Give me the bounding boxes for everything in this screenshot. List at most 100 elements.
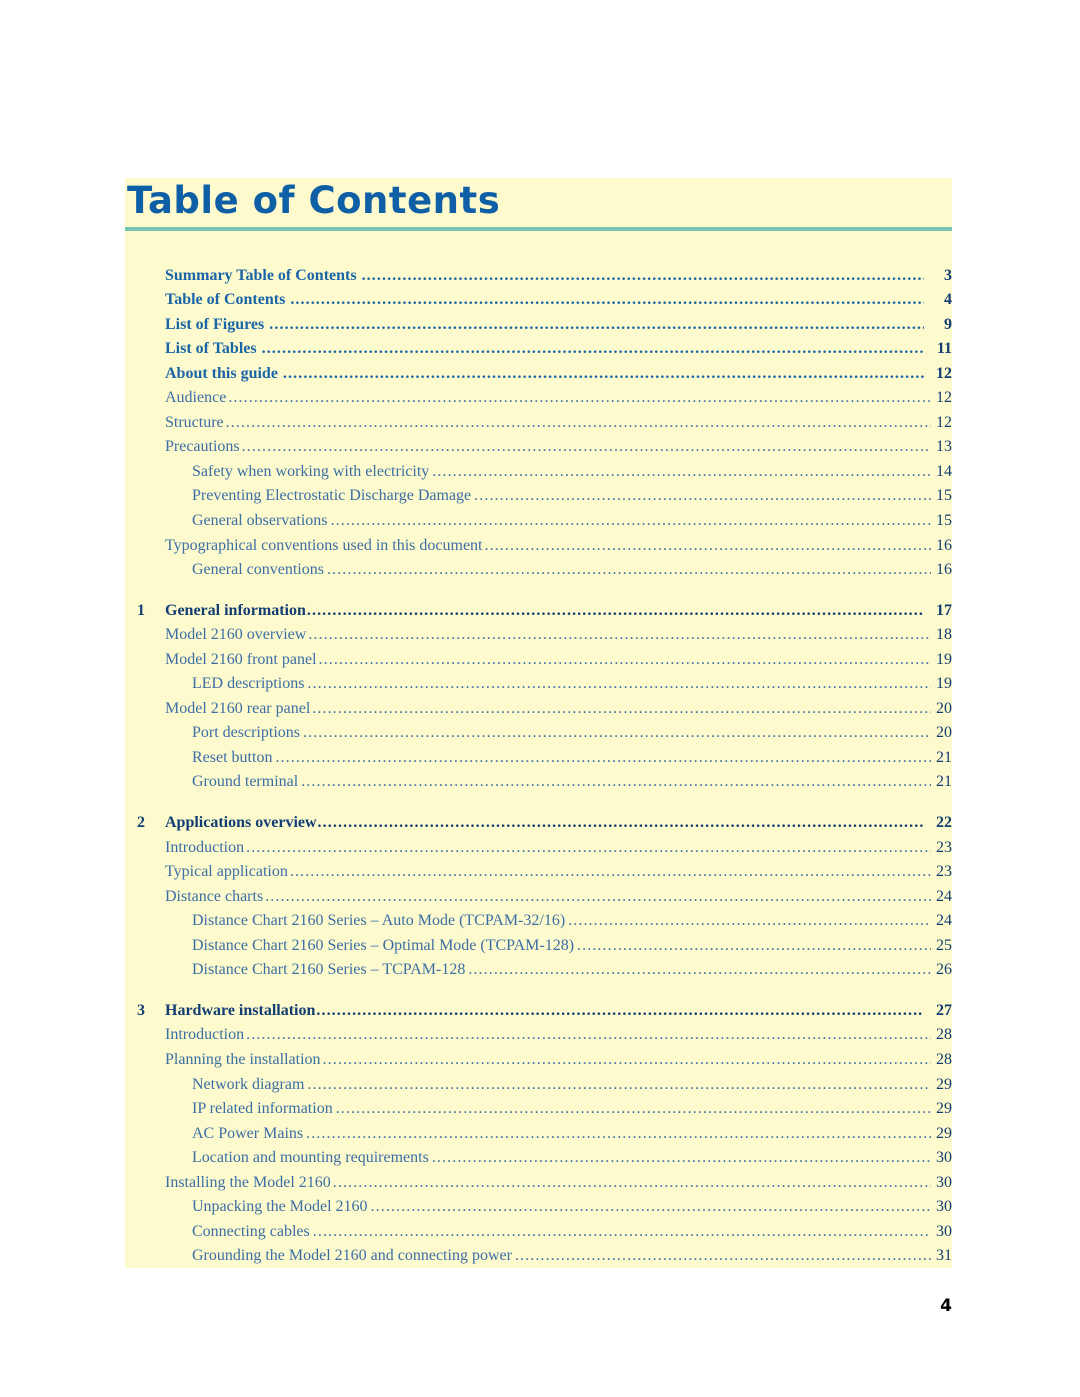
toc-entry[interactable]: 3 Hardware installation 27 [125, 997, 952, 1022]
toc-entry-page-number: 14 [936, 462, 952, 480]
toc-leader-dots [301, 773, 931, 789]
toc-entry[interactable]: Audience 12 [125, 385, 952, 410]
toc-entry[interactable]: Location and mounting requirements 30 [125, 1145, 952, 1170]
toc-leader-dots [432, 1149, 931, 1165]
toc-entry-label: Distance Chart 2160 Series – Optimal Mod… [192, 936, 575, 954]
toc-entry[interactable]: Distance Chart 2160 Series – Auto Mode (… [125, 908, 952, 933]
toc-entry[interactable]: Preventing Electrostatic Discharge Damag… [125, 483, 952, 508]
toc-entry[interactable]: Port descriptions 20 [125, 720, 952, 745]
toc-entry-line: Typographical conventions used in this d… [165, 537, 952, 555]
toc-entry[interactable]: Distance Chart 2160 Series – Optimal Mod… [125, 932, 952, 957]
toc-entry-label: Distance Chart 2160 Series – Auto Mode (… [192, 912, 566, 930]
toc-entry[interactable]: Introduction 23 [125, 834, 952, 859]
toc-entry-label: Preventing Electrostatic Discharge Damag… [192, 487, 472, 505]
toc-leader-dots [577, 937, 931, 953]
toc-entry-label: Model 2160 front panel [165, 650, 317, 668]
toc-entry-label: Model 2160 rear panel [165, 699, 311, 717]
toc-entry[interactable]: AC Power Mains 29 [125, 1120, 952, 1145]
toc-entry[interactable]: About this guide 12 [125, 360, 952, 385]
toc-entry-page-number: 16 [936, 536, 952, 554]
toc-entry-label: Structure [165, 413, 224, 431]
toc-entry-label: Ground terminal [192, 773, 299, 791]
toc-leader-dots [307, 602, 924, 618]
toc-entry-label: Introduction [165, 838, 245, 856]
toc-entry[interactable]: Unpacking the Model 2160 30 [125, 1194, 952, 1219]
toc-entry[interactable]: Model 2160 overview 18 [125, 622, 952, 647]
toc-leader-dots [336, 1100, 931, 1116]
toc-entry[interactable]: General conventions 16 [125, 557, 952, 582]
toc-entry[interactable]: Typical application 23 [125, 859, 952, 884]
toc-leader-dots [265, 888, 931, 904]
toc-entry-page-number: 23 [936, 838, 952, 856]
toc-entry[interactable]: 2 Applications overview 22 [125, 809, 952, 834]
toc-entry[interactable]: Typographical conventions used in this d… [125, 532, 952, 557]
toc-entry-page-number: 11 [936, 340, 952, 358]
toc-entry[interactable]: Model 2160 rear panel 20 [125, 695, 952, 720]
toc-entry[interactable]: Reset button 21 [125, 744, 952, 769]
toc-entry[interactable]: Safety when working with electricity 14 [125, 458, 952, 483]
toc-leader-dots [246, 839, 931, 855]
toc-entry-label: Table of Contents [165, 291, 286, 309]
toc-entry[interactable]: Connecting cables 30 [125, 1218, 952, 1243]
toc-entry-line: IP related information 29 [192, 1100, 952, 1118]
toc-entry[interactable]: General observations 15 [125, 507, 952, 532]
toc-entry-line: Distance Chart 2160 Series – Auto Mode (… [192, 912, 952, 930]
toc-entry[interactable]: Introduction 28 [125, 1022, 952, 1047]
toc-entry-line: AC Power Mains 29 [192, 1125, 952, 1143]
toc-leader-dots [432, 463, 931, 479]
toc-leader-dots [318, 814, 924, 830]
toc-entry-line: Model 2160 rear panel 20 [165, 700, 952, 718]
toc-entry-line: Reset button 21 [192, 749, 952, 767]
toc-entry-page-number: 24 [936, 912, 952, 930]
document-page: Table of Contents Summary Table of Conte… [0, 0, 1080, 1397]
toc-entry-line: Table of Contents 4 [165, 291, 952, 309]
toc-entry[interactable]: List of Tables 11 [125, 336, 952, 361]
toc-leader-dots [319, 651, 931, 667]
toc-leader-dots [269, 316, 924, 332]
toc-entry-line: Introduction 23 [165, 839, 952, 857]
toc-leader-dots [226, 414, 931, 430]
toc-entry-page-number: 18 [936, 626, 952, 644]
toc-entry[interactable]: LED descriptions 19 [125, 671, 952, 696]
toc-entry[interactable]: Distance charts 24 [125, 883, 952, 908]
toc-entry-line: Hardware installation 27 [165, 1002, 952, 1020]
toc-entry-line: Distance Chart 2160 Series – Optimal Mod… [192, 937, 952, 955]
toc-entry-page-number: 23 [936, 863, 952, 881]
toc-entry[interactable]: Network diagram 29 [125, 1071, 952, 1096]
toc-entry[interactable]: Ground terminal 21 [125, 769, 952, 794]
title-underline-rule [125, 227, 952, 231]
toc-entry[interactable]: IP related information 29 [125, 1096, 952, 1121]
toc-entry-label: Introduction [165, 1026, 245, 1044]
toc-entry-label: Model 2160 overview [165, 626, 307, 644]
toc-entry-page-number: 28 [936, 1026, 952, 1044]
toc-entry[interactable]: Summary Table of Contents 3 [125, 262, 952, 287]
toc-entry-line: Port descriptions 20 [192, 724, 952, 742]
toc-entry-label: Typical application [165, 863, 288, 881]
toc-entry-label: List of Figures [165, 315, 265, 333]
toc-leader-dots [313, 1223, 931, 1239]
toc-entry[interactable]: Planning the installation 28 [125, 1046, 952, 1071]
toc-entry-page-number: 16 [936, 561, 952, 579]
toc-leader-dots [331, 512, 931, 528]
toc-leader-dots [307, 675, 931, 691]
toc-entry-page-number: 4 [944, 291, 952, 309]
toc-entry-line: Model 2160 overview 18 [165, 626, 952, 644]
toc-entry-page-number: 29 [936, 1100, 952, 1118]
toc-entry[interactable]: Structure 12 [125, 409, 952, 434]
toc-entry[interactable]: Table of Contents 4 [125, 287, 952, 312]
toc-leader-dots [290, 291, 924, 307]
toc-entry-page-number: 9 [944, 315, 952, 333]
toc-leader-dots [327, 561, 931, 577]
toc-entry[interactable]: Distance Chart 2160 Series – TCPAM-128 26 [125, 957, 952, 982]
toc-entry[interactable]: Grounding the Model 2160 and connecting … [125, 1243, 952, 1268]
toc-entry[interactable]: 1 General information 17 [125, 597, 952, 622]
toc-entry[interactable]: Model 2160 front panel 19 [125, 646, 952, 671]
toc-entry[interactable]: Precautions 13 [125, 434, 952, 459]
toc-entry-label: Unpacking the Model 2160 [192, 1198, 368, 1216]
toc-entry-line: General observations 15 [192, 512, 952, 530]
toc-entry[interactable]: List of Figures 9 [125, 311, 952, 336]
toc-leader-dots [283, 365, 924, 381]
toc-entry[interactable]: Installing the Model 2160 30 [125, 1169, 952, 1194]
toc-entry-line: Distance Chart 2160 Series – TCPAM-128 26 [192, 961, 952, 979]
toc-entry-line: Unpacking the Model 2160 30 [192, 1198, 952, 1216]
